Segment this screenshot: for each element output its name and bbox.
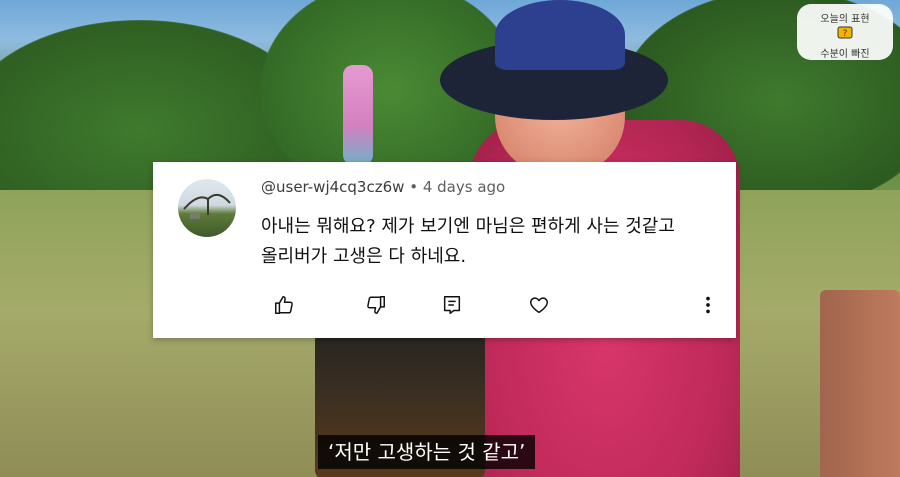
comment-card: @user-wj4cq3cz6w • 4 days ago 아내는 뭐해요? 제…: [153, 162, 736, 338]
avatar[interactable]: [178, 179, 236, 237]
dislike-icon[interactable]: [363, 292, 389, 318]
comment-actions: [261, 292, 721, 322]
meta-separator: •: [409, 178, 419, 196]
comment-username[interactable]: @user-wj4cq3cz6w: [261, 178, 404, 196]
comment-line-1: 아내는 뭐해요? 제가 보기엔 마님은 편하게 사는 것같고: [261, 216, 675, 237]
more-vert-icon[interactable]: [695, 292, 721, 318]
folder-icon: ?: [837, 24, 853, 40]
badge-title: 오늘의 표현: [820, 14, 870, 25]
hat-crown: [495, 0, 625, 70]
heart-icon[interactable]: [526, 292, 552, 318]
comment-line-2: 올리버가 고생은 다 하네요.: [261, 246, 467, 267]
comment-text: 아내는 뭐해요? 제가 보기엔 마님은 편하게 사는 것같고 올리버가 고생은 …: [261, 212, 721, 272]
expression-badge: 오늘의 표현 ? 수분이 빠진: [797, 4, 893, 60]
svg-text:?: ?: [843, 29, 848, 39]
like-icon[interactable]: [271, 292, 297, 318]
video-subtitle: ‘저만 고생하는 것 같고’: [318, 435, 536, 469]
comment-time[interactable]: 4 days ago: [423, 178, 505, 196]
pink-straw: [343, 65, 373, 165]
comment-meta: @user-wj4cq3cz6w • 4 days ago: [261, 178, 505, 196]
badge-expression: 수분이 빠진: [820, 49, 870, 60]
tree-stump: [820, 290, 900, 477]
reply-icon[interactable]: [439, 292, 465, 318]
